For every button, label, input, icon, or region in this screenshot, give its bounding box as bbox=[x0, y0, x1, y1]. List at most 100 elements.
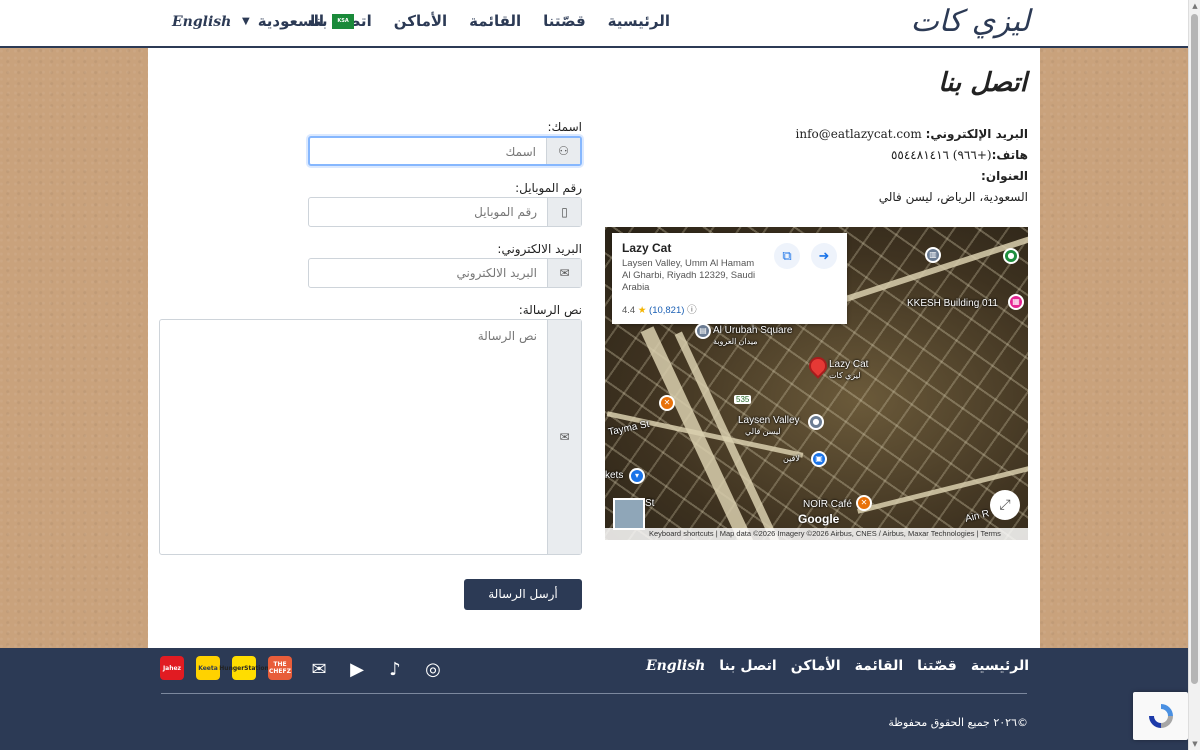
footer-language-switch[interactable]: English bbox=[646, 658, 705, 674]
keeta-icon[interactable]: Keeta bbox=[196, 656, 220, 680]
message-field[interactable]: ✉ نص الرسالة bbox=[159, 319, 582, 555]
phone-value[interactable]: (+٩٦٦) ٥٥٤٤٨١٤١٦ bbox=[891, 148, 992, 162]
send-message-button[interactable]: أرسل الرسالة bbox=[464, 579, 582, 610]
mobile-input[interactable]: رقم الموبايل bbox=[309, 198, 547, 226]
nav-locations[interactable]: الأماكن bbox=[394, 12, 447, 30]
poi-cafe-icon[interactable]: ✕ bbox=[856, 495, 872, 511]
fullscreen-icon[interactable]: ⤢ bbox=[990, 490, 1020, 520]
nav-our-story[interactable]: قصّتنا bbox=[543, 12, 585, 30]
location-pin-icon[interactable] bbox=[805, 353, 831, 379]
youtube-icon[interactable]: ▶ bbox=[344, 656, 370, 682]
map-label-tayma: Tayma St bbox=[607, 418, 651, 439]
scroll-up-icon[interactable]: ▲ bbox=[1189, 0, 1200, 12]
message-textarea[interactable]: نص الرسالة bbox=[160, 320, 547, 554]
poi-transit-icon[interactable]: ▥ bbox=[925, 247, 941, 263]
google-map[interactable]: Lazy Cat Laysen Valley, Umm Al Hamam Al … bbox=[605, 227, 1028, 540]
place-address: Laysen Valley, Umm Al Hamam Al Gharbi, R… bbox=[622, 258, 756, 293]
map-label-laysen-ar: ليسن فالي bbox=[745, 427, 781, 436]
country-label: السعودية bbox=[257, 12, 325, 30]
map-label-urubah: Al Urubah Square bbox=[713, 325, 793, 336]
google-logo: Google bbox=[798, 512, 840, 526]
user-icon: ⚇ bbox=[546, 138, 580, 164]
place-rating: 4.4 ★ (10,821) ⓘ bbox=[622, 305, 697, 316]
map-label-ain: Ain R bbox=[964, 508, 991, 525]
scroll-down-icon[interactable]: ▼ bbox=[1189, 738, 1200, 750]
caret-down-icon: ▼ bbox=[242, 15, 250, 27]
map-label-kkesh: KKESH Building 011 bbox=[907, 298, 998, 309]
country-selector[interactable]: ▼ السعودية KSA bbox=[242, 12, 355, 30]
delivery-apps: Jahez Keeta HungerStation THE CHEFZ bbox=[160, 656, 292, 680]
map-label-lazycat: Lazy Cat bbox=[829, 359, 869, 370]
map-label-lazycat-ar: ليزي كات bbox=[829, 371, 861, 380]
place-info-card: Lazy Cat Laysen Valley, Umm Al Hamam Al … bbox=[612, 233, 847, 324]
poi-hospital-icon[interactable]: ▦ bbox=[1008, 294, 1024, 310]
map-layer-toggle[interactable] bbox=[613, 498, 645, 530]
recaptcha-icon bbox=[1148, 704, 1173, 728]
phone-label: هاتف: bbox=[991, 148, 1028, 162]
email-form-label: البريد الالكتروني: bbox=[497, 242, 582, 256]
envelope-open-icon: ✉ bbox=[547, 320, 581, 554]
contact-info: البريد الإلكتروني: info@eatlazycat.com ه… bbox=[648, 124, 1028, 208]
the-chefz-icon[interactable]: THE CHEFZ bbox=[268, 656, 292, 680]
footer-nav: الرئيسية قصّتنا القائمة الأماكن اتصل بنا… bbox=[646, 658, 1029, 674]
name-input[interactable]: اسمك bbox=[310, 138, 546, 164]
map-label-urubah-ar: ميدان العروبة bbox=[713, 337, 758, 346]
message-label: نص الرسالة: bbox=[518, 303, 582, 317]
email-field[interactable]: ✉ البريد الالكتروني bbox=[308, 258, 582, 288]
footer-nav-contact[interactable]: اتصل بنا bbox=[719, 658, 776, 674]
recaptcha-badge[interactable] bbox=[1133, 692, 1188, 740]
email-icon[interactable]: ✉ bbox=[306, 656, 332, 682]
envelope-icon: ✉ bbox=[547, 259, 581, 287]
poi-square-icon[interactable]: ▤ bbox=[695, 323, 711, 339]
page-title: اتصل بنا bbox=[938, 68, 1027, 98]
page-scrollbar[interactable]: ▲ ▼ bbox=[1188, 0, 1200, 750]
email-label: البريد الإلكتروني: bbox=[925, 127, 1028, 141]
footer-nav-home[interactable]: الرئيسية bbox=[971, 658, 1029, 674]
star-icon: ★ bbox=[637, 305, 647, 316]
map-label-laysen: Laysen Valley bbox=[738, 415, 800, 426]
map-attribution[interactable]: Keyboard shortcuts | Map data ©2026 Imag… bbox=[605, 528, 1028, 540]
map-label-street: St bbox=[645, 498, 655, 509]
site-footer: الرئيسية قصّتنا القائمة الأماكن اتصل بنا… bbox=[0, 648, 1188, 750]
address-value: السعودية، الرياض، ليسن فالي bbox=[878, 190, 1028, 204]
nav-home[interactable]: الرئيسية bbox=[608, 12, 670, 30]
nav-menu[interactable]: القائمة bbox=[469, 12, 521, 30]
address-label: العنوان: bbox=[981, 169, 1028, 183]
mobile-field[interactable]: ▯ رقم الموبايل bbox=[308, 197, 582, 227]
site-logo[interactable]: ليزي كات bbox=[911, 4, 1031, 39]
poi-store-icon[interactable]: ▣ bbox=[811, 451, 827, 467]
footer-nav-our-story[interactable]: قصّتنا bbox=[917, 658, 957, 674]
email-link[interactable]: info@eatlazycat.com bbox=[796, 127, 922, 141]
email-input[interactable]: البريد الالكتروني bbox=[309, 259, 547, 287]
scrollbar-thumb[interactable] bbox=[1191, 14, 1198, 684]
poi-restaurant-icon[interactable]: ✕ bbox=[659, 395, 675, 411]
directions-icon[interactable]: ➜ bbox=[811, 243, 837, 269]
social-links: ✉ ▶ ♪ ◎ bbox=[306, 656, 446, 682]
tiktok-icon[interactable]: ♪ bbox=[382, 656, 408, 682]
language-switch[interactable]: English bbox=[172, 14, 231, 30]
map-label-lafine: لافين bbox=[783, 454, 800, 463]
jahez-icon[interactable]: Jahez bbox=[160, 656, 184, 680]
saudi-flag-icon: KSA bbox=[332, 13, 355, 29]
footer-nav-locations[interactable]: الأماكن bbox=[791, 658, 841, 674]
reviews-link[interactable]: (10,821) bbox=[649, 305, 684, 316]
copyright: ©٢٠٢٦ جميع الحقوق محفوظة bbox=[888, 716, 1028, 729]
place-name: Lazy Cat bbox=[622, 241, 672, 255]
main-panel: اتصل بنا البريد الإلكتروني: info@eatlazy… bbox=[148, 48, 1040, 648]
site-header: ليزي كات الرئيسية قصّتنا القائمة الأماكن… bbox=[0, 0, 1188, 48]
main-nav: الرئيسية قصّتنا القائمة الأماكن اتصل بنا bbox=[310, 12, 670, 30]
map-label-noir: NOIR Café bbox=[803, 499, 852, 510]
poi-shopping-icon[interactable]: ▾ bbox=[629, 468, 645, 484]
name-field[interactable]: ⚇ اسمك bbox=[308, 136, 582, 166]
name-label: اسمك: bbox=[547, 120, 582, 134]
instagram-icon[interactable]: ◎ bbox=[420, 656, 446, 682]
footer-nav-menu[interactable]: القائمة bbox=[855, 658, 904, 674]
open-external-icon[interactable]: ⧉ bbox=[774, 243, 800, 269]
poi-landmark-icon[interactable]: ● bbox=[808, 414, 824, 430]
phone-icon: ▯ bbox=[547, 198, 581, 226]
map-label-markets: kets bbox=[605, 470, 624, 481]
info-icon[interactable]: ⓘ bbox=[687, 305, 697, 316]
hungerstation-icon[interactable]: HungerStation bbox=[219, 656, 269, 680]
poi-park-icon[interactable]: ● bbox=[1003, 248, 1019, 264]
map-road-number: 535 bbox=[734, 395, 752, 404]
